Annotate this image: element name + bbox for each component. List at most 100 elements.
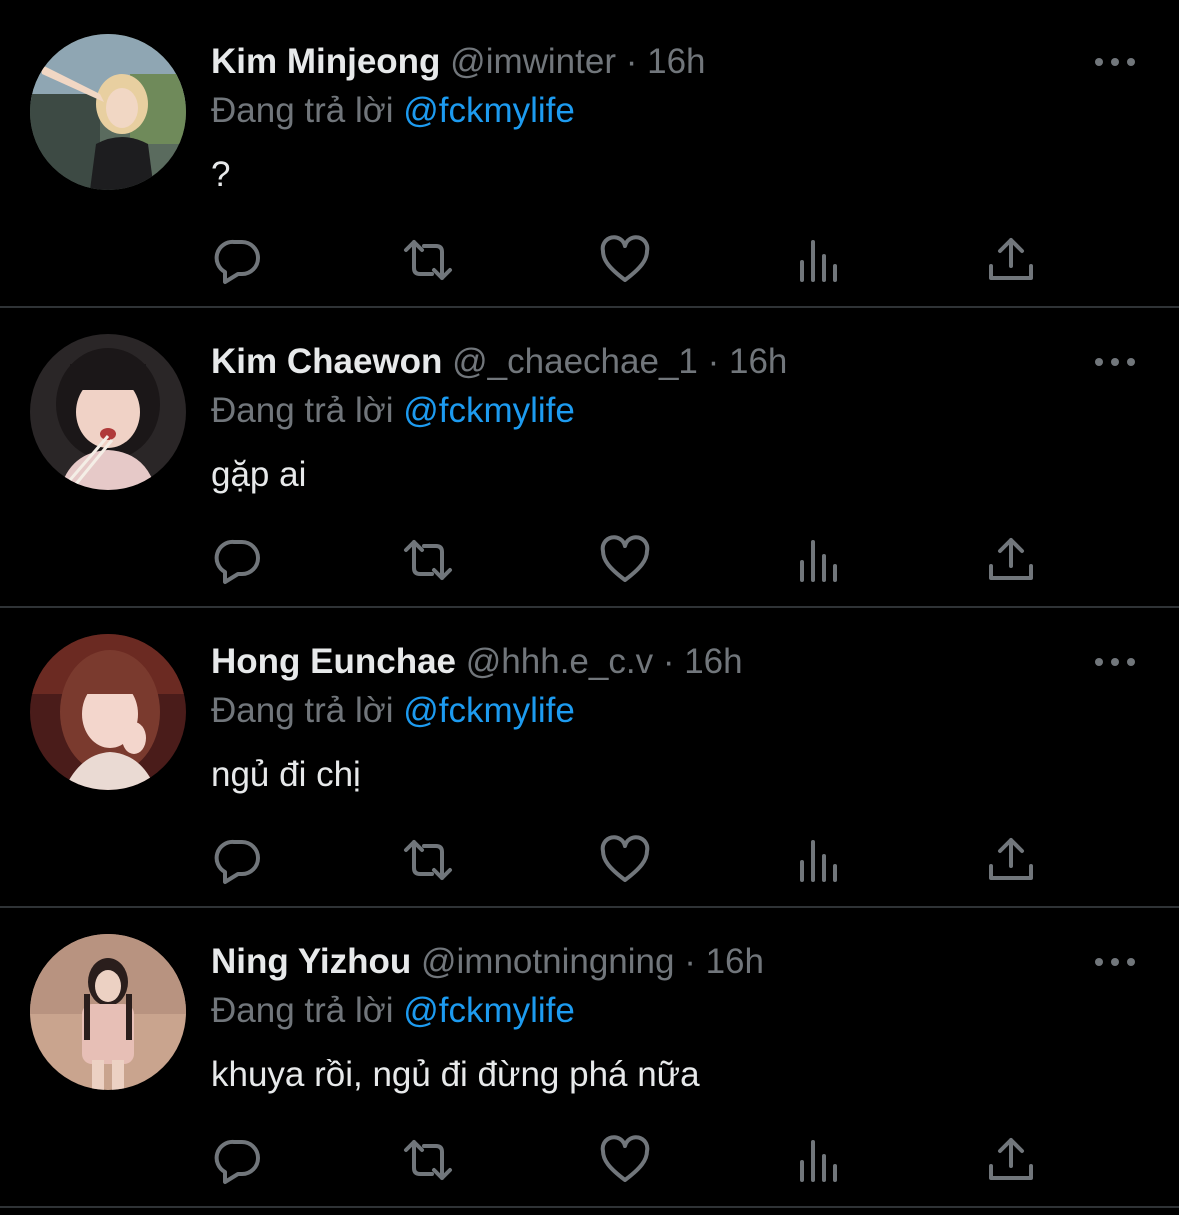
action-bar [210, 1134, 1040, 1188]
tweet-text: gặp ai [211, 455, 307, 494]
tweet-header: Kim Chaewon @_chaechae_1 · 16h [211, 342, 787, 382]
tweet-header: Hong Eunchae @hhh.e_c.v · 16h [211, 642, 743, 682]
more-dots-icon [1095, 58, 1103, 66]
more-options-button[interactable] [1095, 950, 1135, 974]
display-name[interactable]: Kim Chaewon [211, 342, 442, 381]
replying-to: Đang trả lời @fckmylife [211, 391, 575, 431]
avatar-photo-icon [30, 634, 186, 790]
replying-to-handle[interactable]: @fckmylife [403, 91, 575, 130]
share-upload-icon [989, 1138, 1033, 1180]
tweet-text: ? [211, 155, 231, 194]
tweet-item[interactable]: Ning Yizhou @imnotningning · 16h Đang tr… [0, 910, 1179, 1208]
reply-button[interactable] [212, 534, 264, 586]
tweet-item[interactable]: Kim Minjeong @imwinter · 16h Đang trả lờ… [0, 10, 1179, 308]
reply-feed: Kim Minjeong @imwinter · 16h Đang trả lờ… [0, 0, 1179, 1215]
views-button[interactable] [793, 234, 845, 286]
user-handle[interactable]: @imnotningning [421, 942, 674, 981]
replying-to-label: Đang trả lời [211, 391, 394, 430]
views-button[interactable] [793, 834, 845, 886]
action-bar [210, 834, 1040, 888]
speech-bubble-icon [214, 539, 260, 584]
retweet-button[interactable] [402, 834, 454, 886]
tweet-text: khuya rồi, ngủ đi đừng phá nữa [211, 1055, 700, 1094]
user-handle[interactable]: @hhh.e_c.v [466, 642, 653, 681]
bar-chart-icon [800, 540, 837, 582]
share-button[interactable] [985, 834, 1037, 886]
user-handle[interactable]: @_chaechae_1 [452, 342, 698, 381]
replying-to: Đang trả lời @fckmylife [211, 691, 575, 731]
tweet-text: ngủ đi chị [211, 755, 361, 794]
tweet-item[interactable]: Kim Chaewon @_chaechae_1 · 16h Đang trả … [0, 310, 1179, 608]
display-name[interactable]: Hong Eunchae [211, 642, 456, 681]
retweet-button[interactable] [402, 234, 454, 286]
heart-icon [600, 235, 650, 282]
share-upload-icon [989, 838, 1033, 880]
more-options-button[interactable] [1095, 650, 1135, 674]
separator-dot: · [707, 342, 720, 381]
more-dots-icon [1095, 658, 1103, 666]
timestamp[interactable]: 16h [729, 342, 787, 381]
retweet-arrows-icon [404, 840, 452, 880]
bar-chart-icon [800, 840, 837, 882]
avatar-photo-icon [30, 334, 186, 490]
heart-icon [600, 535, 650, 582]
replying-to-handle[interactable]: @fckmylife [403, 391, 575, 430]
action-bar [210, 234, 1040, 288]
bar-chart-icon [800, 1140, 837, 1182]
timestamp[interactable]: 16h [647, 42, 705, 81]
display-name[interactable]: Kim Minjeong [211, 42, 440, 81]
share-button[interactable] [985, 1134, 1037, 1186]
more-dots-icon [1095, 358, 1103, 366]
more-dots-icon [1095, 958, 1103, 966]
replying-to-label: Đang trả lời [211, 991, 394, 1030]
reply-button[interactable] [212, 834, 264, 886]
timestamp[interactable]: 16h [706, 942, 764, 981]
tweet-header: Kim Minjeong @imwinter · 16h [211, 42, 706, 82]
avatar-photo-icon [30, 934, 186, 1090]
more-options-button[interactable] [1095, 350, 1135, 374]
bar-chart-icon [800, 240, 837, 282]
retweet-button[interactable] [402, 534, 454, 586]
avatar[interactable] [30, 334, 186, 490]
avatar[interactable] [30, 934, 186, 1090]
retweet-button[interactable] [402, 1134, 454, 1186]
share-button[interactable] [985, 534, 1037, 586]
heart-icon [600, 1135, 650, 1182]
tweet-item[interactable]: Hong Eunchae @hhh.e_c.v · 16h Đang trả l… [0, 610, 1179, 908]
speech-bubble-icon [214, 1139, 260, 1184]
reply-button[interactable] [212, 1134, 264, 1186]
like-button[interactable] [599, 234, 651, 286]
like-button[interactable] [599, 834, 651, 886]
heart-icon [600, 835, 650, 882]
tweet-header: Ning Yizhou @imnotningning · 16h [211, 942, 764, 982]
retweet-arrows-icon [404, 1140, 452, 1180]
separator-dot: · [684, 942, 696, 981]
user-handle[interactable]: @imwinter [450, 42, 616, 81]
retweet-arrows-icon [404, 540, 452, 580]
avatar[interactable] [30, 634, 186, 790]
replying-to: Đang trả lời @fckmylife [211, 991, 575, 1031]
avatar[interactable] [30, 34, 186, 190]
display-name[interactable]: Ning Yizhou [211, 942, 411, 981]
timestamp[interactable]: 16h [684, 642, 742, 681]
separator-dot: · [625, 42, 638, 81]
replying-to-handle[interactable]: @fckmylife [403, 991, 575, 1030]
share-upload-icon [989, 238, 1033, 280]
more-options-button[interactable] [1095, 50, 1135, 74]
share-upload-icon [989, 538, 1033, 580]
retweet-arrows-icon [404, 240, 452, 280]
replying-to-handle[interactable]: @fckmylife [403, 691, 575, 730]
avatar-photo-icon [30, 34, 186, 190]
share-button[interactable] [985, 234, 1037, 286]
replying-to-label: Đang trả lời [211, 691, 394, 730]
like-button[interactable] [599, 1134, 651, 1186]
like-button[interactable] [599, 534, 651, 586]
reply-button[interactable] [212, 234, 264, 286]
views-button[interactable] [793, 534, 845, 586]
replying-to-label: Đang trả lời [211, 91, 394, 130]
action-bar [210, 534, 1040, 588]
views-button[interactable] [793, 1134, 845, 1186]
speech-bubble-icon [214, 839, 260, 884]
separator-dot: · [662, 642, 675, 681]
replying-to: Đang trả lời @fckmylife [211, 91, 575, 131]
